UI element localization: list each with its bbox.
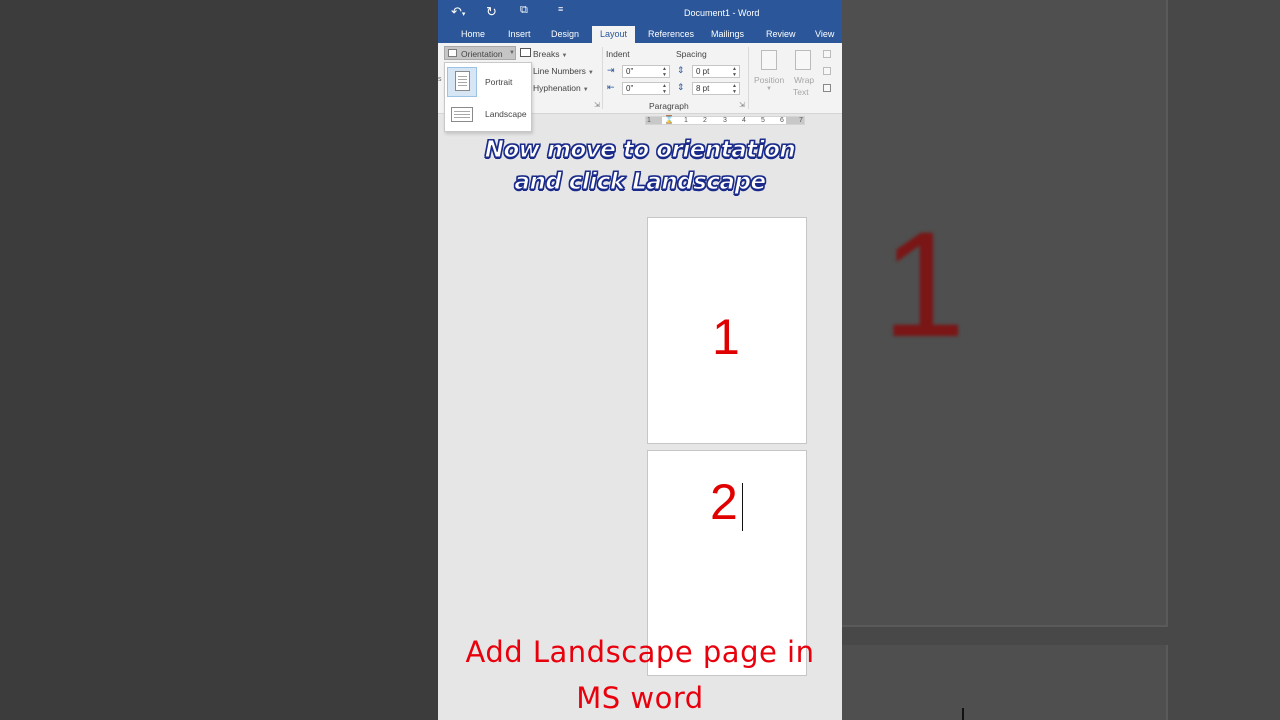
headline-line-1: Now move to orientation [484,137,796,164]
line-numbers-button[interactable]: Line Numbers ▼ [533,66,594,76]
page-1-number: 1 [712,309,740,365]
redo-icon[interactable]: ↻ [486,4,497,20]
spacing-after-field[interactable]: 8 pt ▲ ▼ [692,82,740,95]
ruler-label: 3 [723,117,727,124]
spacing-before-value: 0 pt [696,67,710,76]
group-divider [748,47,749,109]
orientation-portrait-item[interactable]: Portrait [445,65,531,97]
orientation-dropdown: Portrait Landscape [444,62,532,132]
touch-mode-icon[interactable]: ⧉ [520,4,528,17]
bring-forward-icon [823,50,831,58]
position-icon [761,50,777,70]
chevron-down-icon: ▼ [587,70,594,76]
blurred-page: 1 [842,0,1168,627]
word-window: ↶▾ ↻ ⧉ ≡ Document1 - Word Home Insert De… [438,0,842,720]
ribbon-tabs: Home Insert Design Layout References Mai… [438,26,842,43]
ruler-label: 6 [780,117,784,124]
ruler-label: 1 [647,117,651,124]
horizontal-ruler[interactable]: 1 1 2 3 4 5 6 7 ⌛ [645,116,805,125]
hyphenation-button[interactable]: Hyphenation ▼ [533,83,589,93]
blurred-caret [962,708,964,720]
send-backward-icon [823,67,831,75]
breaks-icon [520,48,531,57]
group-divider [602,47,603,109]
document-title: Document1 - Word [684,8,760,18]
indent-right-value: 0" [626,84,634,93]
indent-left-value: 0" [626,67,634,76]
spacing-before-icon: ⇕ [677,65,685,75]
spacing-after-icon: ⇕ [677,82,685,92]
blurred-page-number: 1 [882,200,966,368]
orientation-label: Orientation [461,49,503,59]
tab-review[interactable]: Review [766,29,796,39]
ruler-label: 1 [684,117,688,124]
indent-right-field[interactable]: 0" ▲ ▼ [622,82,670,95]
portrait-page-icon [455,71,470,91]
spin-arrows-icon[interactable]: ▲ ▼ [662,83,667,95]
blurred-page-2 [842,645,1168,720]
paragraph-group-label: Paragraph [649,101,689,111]
position-label: Position [754,75,785,85]
headline-line-2: and click Landscape [514,169,767,196]
tab-layout[interactable]: Layout [592,26,636,43]
selection-pane-icon [823,84,831,92]
indent-label: Indent [606,49,630,59]
caption-line-2: MS word [576,681,704,715]
indent-left-icon: ⇥ [607,65,615,75]
blurred-background: 1 [842,0,1280,720]
landscape-label: Landscape [485,109,527,119]
page-2-number: 2 [710,474,738,530]
text-caret [742,483,743,531]
ruler-label: 4 [742,117,746,124]
spacing-after-value: 8 pt [696,84,710,93]
indent-marker-icon[interactable]: ⌛ [664,116,674,124]
left-background [0,0,438,720]
spin-arrows-icon[interactable]: ▲ ▼ [732,83,737,95]
paragraph-launcher-icon[interactable]: ⇲ [739,101,745,109]
spin-arrows-icon[interactable]: ▲ ▼ [732,66,737,78]
document-page-1[interactable]: 1 [647,217,807,444]
indent-left-field[interactable]: 0" ▲ ▼ [622,65,670,78]
page-setup-launcher-icon[interactable]: ⇲ [594,101,600,109]
portrait-label: Portrait [485,77,513,87]
tab-view[interactable]: View [815,29,834,39]
customize-qat-icon[interactable]: ≡ [558,4,563,14]
indent-right-icon: ⇤ [607,82,615,92]
ruler-label: 5 [761,117,765,124]
breaks-label: Breaks [533,49,560,59]
orientation-landscape-item[interactable]: Landscape [445,99,531,131]
wrap-text-icon [795,50,811,70]
wrap-text-label-2: Text [793,87,809,97]
chevron-down-icon: ▼ [509,50,515,56]
hyphenation-label: Hyphenation [533,83,581,93]
size-fragment: s [438,76,442,83]
title-bar: ↶▾ ↻ ⧉ ≡ Document1 - Word [438,0,842,26]
orientation-button[interactable]: Orientation ▼ [444,46,516,60]
breaks-button[interactable]: Breaks ▼ [533,49,567,59]
caption-line-1: Add Landscape page in [465,635,815,669]
tab-mailings[interactable]: Mailings [711,29,744,39]
tab-references[interactable]: References [648,29,694,39]
spacing-before-field[interactable]: 0 pt ▲ ▼ [692,65,740,78]
chevron-down-icon: ▼ [766,86,772,92]
spin-arrows-icon[interactable]: ▲ ▼ [662,66,667,78]
line-numbers-label: Line Numbers [533,66,586,76]
orientation-icon [448,49,457,57]
ruler-label: 7 [799,117,803,124]
spacing-label: Spacing [676,49,707,59]
ruler-label: 2 [703,117,707,124]
chevron-down-icon: ▼ [561,53,568,59]
tab-design[interactable]: Design [551,29,579,39]
landscape-page-icon [451,107,473,122]
tab-home[interactable]: Home [461,29,485,39]
wrap-text-label-1: Wrap [794,75,815,85]
chevron-down-icon: ▼ [582,87,589,93]
tab-insert[interactable]: Insert [508,29,531,39]
undo-icon[interactable]: ↶▾ [451,4,465,20]
